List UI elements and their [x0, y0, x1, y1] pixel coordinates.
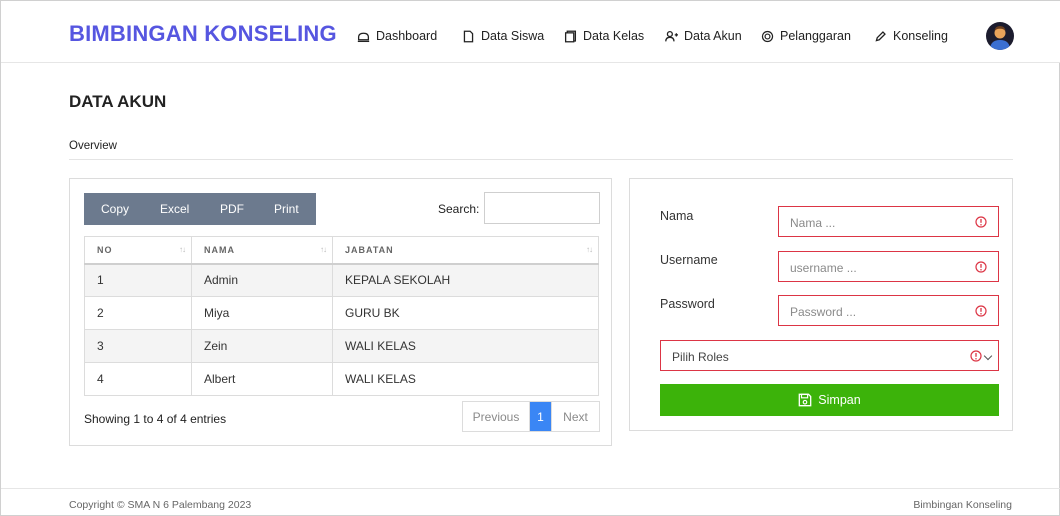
pagination-next[interactable]: Next — [551, 402, 599, 431]
roles-placeholder: Pilih Roles — [672, 350, 729, 364]
save-button[interactable]: Simpan — [660, 384, 999, 416]
copy-button[interactable]: Copy — [101, 202, 129, 216]
sort-icon: ↑↓ — [179, 245, 186, 254]
nav-konseling[interactable]: Konseling — [874, 29, 948, 43]
nav-pelanggaran-label: Pelanggaran — [780, 29, 851, 43]
pagination-page-1[interactable]: 1 — [530, 402, 551, 431]
column-header-nama[interactable]: NAMA ↑↓ — [191, 236, 333, 265]
add-account-form-card: Nama Nama ... Username username ... Pass… — [629, 178, 1013, 431]
sort-icon: ↑↓ — [586, 245, 593, 254]
target-icon — [761, 30, 774, 42]
nama-label: Nama — [660, 209, 694, 223]
accounts-table: NO ↑↓ NAMA ↑↓ JABATAN ↑↓ 1 Admin KEPALA … — [84, 236, 599, 396]
cell-nama: Zein — [191, 329, 333, 363]
footer: Copyright © SMA N 6 Palembang 2023 Bimbi… — [1, 488, 1060, 516]
section-divider — [69, 159, 1013, 160]
nav-data-kelas[interactable]: Data Kelas — [564, 29, 644, 43]
column-header-no[interactable]: NO ↑↓ — [84, 236, 192, 265]
error-icon — [970, 350, 982, 362]
pdf-button[interactable]: PDF — [220, 202, 244, 216]
print-button[interactable]: Print — [274, 202, 299, 216]
section-label: Overview — [69, 140, 117, 152]
column-header-jabatan-label: JABATAN — [345, 244, 394, 255]
nav-data-siswa-label: Data Siswa — [481, 29, 545, 43]
search-label: Search: — [438, 202, 480, 216]
cell-jabatan: GURU BK — [332, 296, 599, 330]
user-avatar-icon — [990, 26, 1010, 50]
cell-nama: Albert — [191, 362, 333, 396]
save-icon — [798, 393, 812, 407]
cell-no: 2 — [84, 296, 192, 330]
nama-placeholder: Nama ... — [790, 216, 836, 230]
cell-no: 4 — [84, 362, 192, 396]
table-header-row: NO ↑↓ NAMA ↑↓ JABATAN ↑↓ — [84, 236, 599, 265]
cell-no: 1 — [84, 263, 192, 297]
footer-app-name: Bimbingan Konseling — [913, 499, 1012, 511]
cell-nama: Admin — [191, 263, 333, 297]
password-label: Password — [660, 297, 715, 311]
copy-icon — [564, 30, 577, 42]
cell-nama: Miya — [191, 296, 333, 330]
nav-pelanggaran[interactable]: Pelanggaran — [761, 29, 851, 43]
table-row: 4 Albert WALI KELAS — [84, 362, 599, 396]
nav-data-akun-label: Data Akun — [684, 29, 742, 43]
nav-dashboard-label: Dashboard — [376, 29, 438, 43]
nav-konseling-label: Konseling — [893, 29, 948, 43]
pagination-previous[interactable]: Previous — [463, 402, 530, 431]
accounts-table-card: Copy Excel PDF Print Search: NO ↑↓ NAMA … — [69, 178, 612, 446]
nama-field[interactable]: Nama ... — [778, 206, 999, 237]
error-icon — [975, 305, 987, 317]
column-header-jabatan[interactable]: JABATAN ↑↓ — [332, 236, 599, 265]
page-title: DATA AKUN — [69, 92, 167, 111]
username-label: Username — [660, 253, 718, 267]
error-icon — [975, 216, 987, 228]
brand-title[interactable]: BIMBINGAN KONSELING — [69, 21, 337, 47]
cell-jabatan: WALI KELAS — [332, 329, 599, 363]
table-row: 2 Miya GURU BK — [84, 296, 599, 330]
chevron-down-icon — [983, 351, 993, 361]
cell-no: 3 — [84, 329, 192, 363]
user-plus-icon — [665, 30, 678, 41]
username-field[interactable]: username ... — [778, 251, 999, 282]
top-navbar: BIMBINGAN KONSELING Dashboard Data Siswa… — [1, 1, 1060, 63]
excel-button[interactable]: Excel — [160, 202, 189, 216]
footer-copyright: Copyright © SMA N 6 Palembang 2023 — [69, 499, 252, 511]
table-row: 1 Admin KEPALA SEKOLAH — [84, 263, 599, 297]
password-placeholder: Password ... — [790, 305, 857, 319]
column-header-nama-label: NAMA — [204, 244, 235, 255]
nav-dashboard[interactable]: Dashboard — [357, 29, 437, 43]
sort-icon: ↑↓ — [320, 245, 327, 254]
file-icon — [463, 30, 474, 42]
export-button-group: Copy Excel PDF Print — [84, 193, 316, 225]
search-input[interactable] — [484, 192, 600, 224]
cell-jabatan: WALI KELAS — [332, 362, 599, 396]
table-row: 3 Zein WALI KELAS — [84, 329, 599, 363]
password-field[interactable]: Password ... — [778, 295, 999, 326]
save-button-label: Simpan — [818, 393, 861, 407]
error-icon — [975, 261, 987, 273]
column-header-no-label: NO — [97, 244, 113, 255]
username-placeholder: username ... — [790, 261, 857, 275]
cell-jabatan: KEPALA SEKOLAH — [332, 263, 599, 297]
user-avatar[interactable] — [986, 22, 1014, 50]
nav-data-akun[interactable]: Data Akun — [665, 29, 742, 43]
pencil-icon — [875, 30, 886, 42]
nav-data-kelas-label: Data Kelas — [583, 29, 645, 43]
table-info: Showing 1 to 4 of 4 entries — [84, 412, 227, 426]
roles-select[interactable]: Pilih Roles — [660, 340, 999, 371]
app-window: BIMBINGAN KONSELING Dashboard Data Siswa… — [0, 0, 1060, 516]
nav-data-siswa[interactable]: Data Siswa — [462, 29, 544, 43]
dashboard-icon — [357, 32, 370, 42]
pagination: Previous 1 Next — [462, 401, 600, 432]
